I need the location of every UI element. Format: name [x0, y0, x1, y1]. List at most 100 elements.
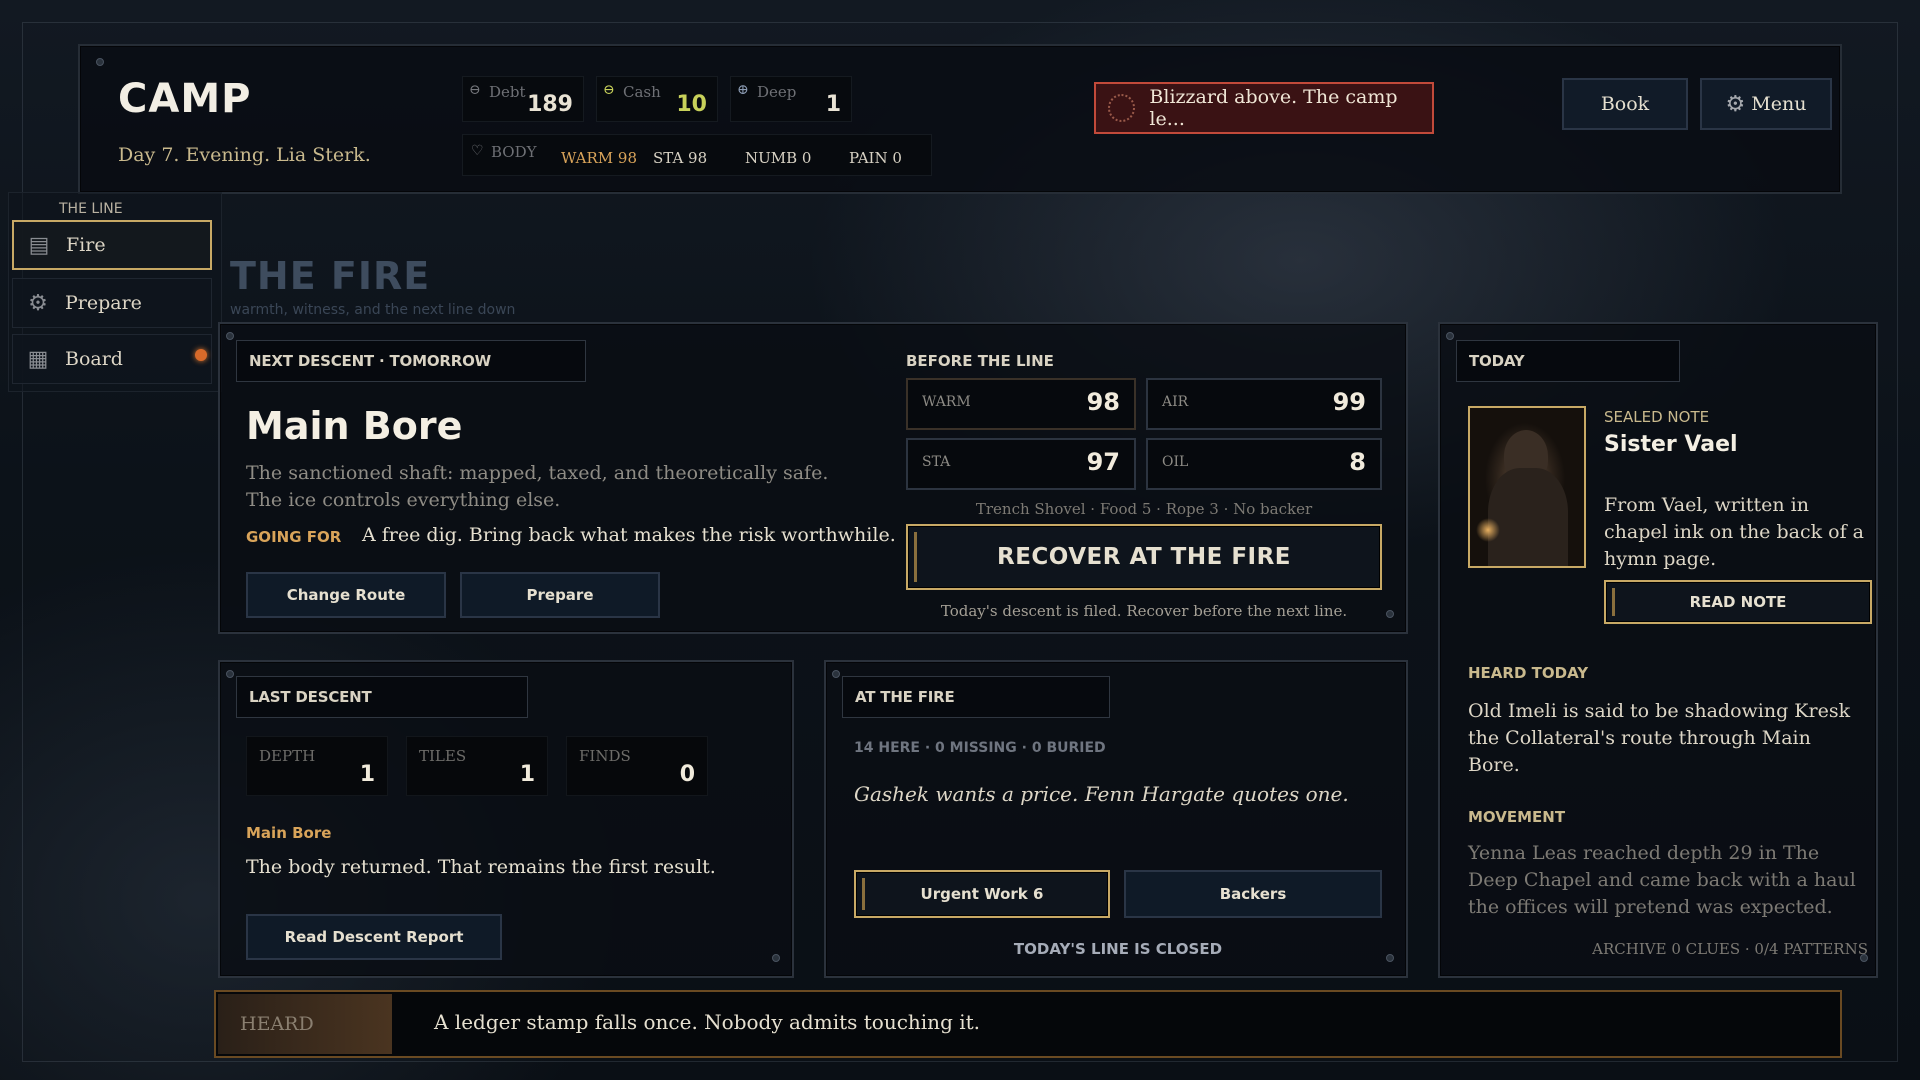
today-header: TODAY	[1456, 340, 1680, 382]
urgent-work-button[interactable]: Urgent Work 6	[854, 870, 1110, 918]
deep-label: Deep	[757, 83, 797, 101]
top-bar: CAMP Day 7. Evening. Lia Sterk. ⊖ Debt 1…	[78, 44, 1842, 194]
at-the-fire-panel: AT THE FIRE 14 HERE · 0 MISSING · 0 BURI…	[824, 660, 1408, 978]
note-author: Sister Vael	[1604, 432, 1738, 457]
finds-box: FINDS 0	[566, 736, 708, 796]
book-label: Book	[1600, 93, 1650, 115]
air-stat-box: AIR 99	[1146, 378, 1382, 430]
sidebar-item-label: Board	[65, 348, 123, 370]
sta-stat-box: STA 97	[906, 438, 1136, 490]
debt-label: Debt	[489, 83, 526, 101]
last-route-name: Main Bore	[246, 824, 332, 842]
stat-value: 1	[519, 762, 535, 787]
debt-chip: ⊖ Debt 189	[462, 76, 584, 122]
next-descent-header: NEXT DESCENT · TOMORROW	[236, 340, 586, 382]
rivet	[226, 332, 234, 340]
stat-value: 8	[1349, 448, 1366, 476]
stat-value: 99	[1332, 388, 1366, 416]
deep-chip: ⊕ Deep 1	[730, 76, 852, 122]
stat-label: DEPTH	[259, 747, 316, 765]
last-descent-header-text: LAST DESCENT	[249, 688, 372, 706]
sidebar-item-label: Fire	[66, 234, 106, 256]
weather-alert[interactable]: Blizzard above. The camp le...	[1094, 82, 1434, 134]
before-line-label: BEFORE THE LINE	[906, 352, 1054, 370]
recover-note: Today's descent is filed. Recover before…	[940, 602, 1348, 620]
rivet	[1446, 332, 1454, 340]
last-descent-result: The body returned. That remains the firs…	[246, 856, 716, 878]
loadout-summary: Trench Shovel · Food 5 · Rope 3 · No bac…	[975, 500, 1313, 518]
stat-label: OIL	[1162, 454, 1189, 470]
rivet	[1386, 954, 1394, 962]
going-for-label: GOING FOR	[246, 528, 342, 546]
debt-value: 189	[527, 92, 573, 117]
at-fire-header-text: AT THE FIRE	[855, 688, 955, 706]
fire-icon: ▤	[28, 232, 50, 258]
rivet	[772, 954, 780, 962]
oil-stat-box: OIL 8	[1146, 438, 1382, 490]
cash-chip: ⊖ Cash 10	[596, 76, 718, 122]
rivet	[226, 670, 234, 678]
cash-label: Cash	[623, 83, 661, 101]
section-subtitle: warmth, witness, and the next line down	[230, 302, 516, 318]
book-button[interactable]: Book	[1562, 78, 1688, 130]
day-status: Day 7. Evening. Lia Sterk.	[118, 144, 371, 166]
read-note-label: READ NOTE	[1689, 593, 1787, 611]
sidebar-item-fire[interactable]: ▤ Fire	[12, 220, 212, 270]
candle-glow	[1476, 518, 1500, 542]
read-note-button[interactable]: READ NOTE	[1604, 580, 1872, 624]
sidebar-section-label: THE LINE	[59, 201, 123, 217]
tiles-box: TILES 1	[406, 736, 548, 796]
depth-box: DEPTH 1	[246, 736, 388, 796]
read-report-label: Read Descent Report	[284, 928, 464, 946]
prepare-label: Prepare	[526, 586, 594, 604]
body-label: BODY	[491, 143, 537, 161]
stat-label: FINDS	[579, 747, 631, 765]
next-descent-panel: NEXT DESCENT · TOMORROW Main Bore The sa…	[218, 322, 1408, 634]
prepare-button[interactable]: Prepare	[460, 572, 660, 618]
board-icon: ▦	[27, 346, 49, 372]
recover-label: RECOVER AT THE FIRE	[996, 544, 1292, 570]
stat-value: 97	[1086, 448, 1120, 476]
body-stats-bar: ♡ BODY WARM 98 STA 98 NUMB 0 PAIN 0	[462, 134, 932, 176]
movement-text: Yenna Leas reached depth 29 in The Deep …	[1468, 842, 1856, 918]
today-header-text: TODAY	[1469, 352, 1525, 370]
heart-icon: ♡	[471, 143, 484, 159]
stat-value: 0	[679, 762, 695, 787]
next-descent-header-text: NEXT DESCENT · TOMORROW	[249, 352, 491, 370]
backers-label: Backers	[1219, 885, 1287, 903]
read-descent-report-button[interactable]: Read Descent Report	[246, 914, 502, 960]
heard-today-text: Old Imeli is said to be shadowing Kresk …	[1468, 700, 1851, 776]
urgent-work-label: Urgent Work 6	[920, 885, 1044, 903]
at-fire-header: AT THE FIRE	[842, 676, 1110, 718]
heard-message: A ledger stamp falls once. Nobody admits…	[434, 1010, 981, 1034]
note-text: From Vael, written in chapel ink on the …	[1604, 494, 1864, 570]
page-title: CAMP	[118, 76, 252, 122]
today-panel: TODAY SEALED NOTE Sister Vael From Vael,…	[1438, 322, 1878, 978]
change-route-button[interactable]: Change Route	[246, 572, 446, 618]
backers-button[interactable]: Backers	[1124, 870, 1382, 918]
movement-header: MOVEMENT	[1468, 808, 1566, 826]
gear-icon: ⚙	[1725, 91, 1746, 117]
warm-stat: WARM 98	[561, 149, 638, 167]
heard-today-header: HEARD TODAY	[1468, 664, 1589, 682]
recover-at-fire-button[interactable]: RECOVER AT THE FIRE	[906, 524, 1382, 590]
going-for-text: A free dig. Bring back what makes the ri…	[362, 524, 896, 546]
deep-value: 1	[825, 92, 841, 117]
sidebar-item-prepare[interactable]: ⚙ Prepare	[12, 278, 212, 328]
last-descent-header: LAST DESCENT	[236, 676, 528, 718]
camp-counts: 14 HERE · 0 MISSING · 0 BURIED	[854, 740, 1106, 756]
stat-label: AIR	[1162, 394, 1189, 410]
sister-vael-portrait	[1468, 406, 1586, 568]
blizzard-icon	[1108, 94, 1136, 122]
depth-icon: ⊕	[737, 82, 749, 98]
rivet	[96, 58, 104, 66]
stat-label: STA	[922, 454, 951, 470]
sidebar-item-board[interactable]: ▦ Board	[12, 334, 212, 384]
menu-button[interactable]: ⚙ Menu	[1700, 78, 1832, 130]
stat-value: 98	[1086, 388, 1120, 416]
last-descent-panel: LAST DESCENT DEPTH 1 TILES 1 FINDS 0 Mai…	[218, 660, 794, 978]
notification-badge	[195, 349, 207, 361]
stat-value: 1	[359, 762, 375, 787]
rivet	[1386, 610, 1394, 618]
stat-label: TILES	[419, 747, 467, 765]
